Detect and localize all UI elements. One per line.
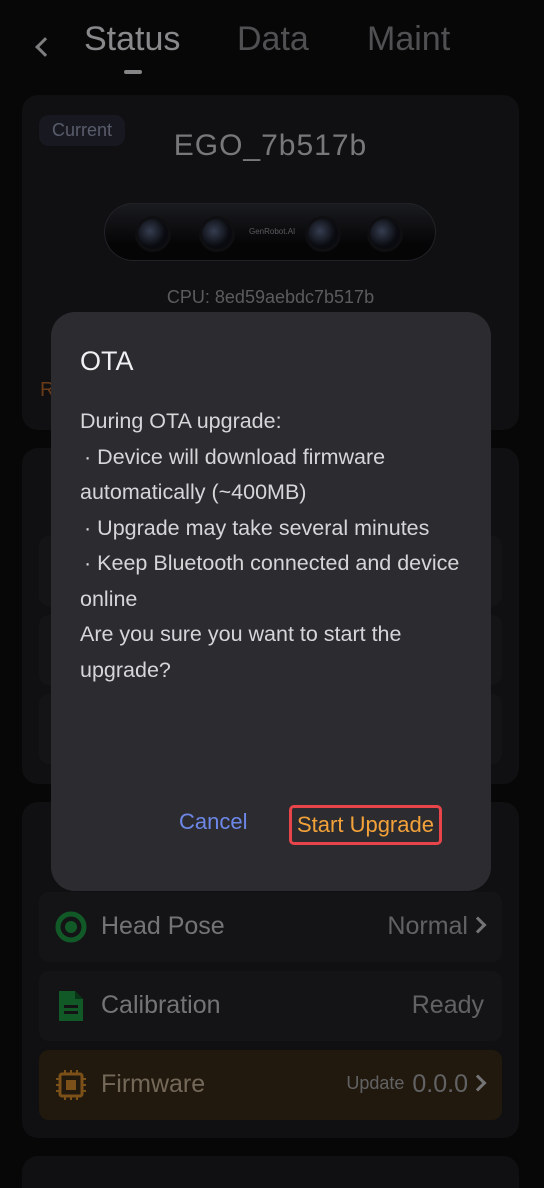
dialog-bullet: · Keep Bluetooth connected and device onl… [80,551,460,611]
dialog-bullet: · Device will download firmware automatic… [80,444,386,505]
dialog-message: During OTA upgrade: · Device will downloa… [80,404,470,688]
cancel-button[interactable]: Cancel [179,809,247,835]
dialog-title: OTA [80,346,134,376]
dialog-bullet: · Upgrade may take several minutes [84,515,430,540]
dialog-question: Are you sure you want to start the upgra… [80,622,402,682]
start-upgrade-button[interactable]: Start Upgrade [289,805,442,845]
ota-dialog: OTA During OTA upgrade: · Device will dow… [51,312,491,891]
dialog-intro: During OTA upgrade: [80,409,282,433]
